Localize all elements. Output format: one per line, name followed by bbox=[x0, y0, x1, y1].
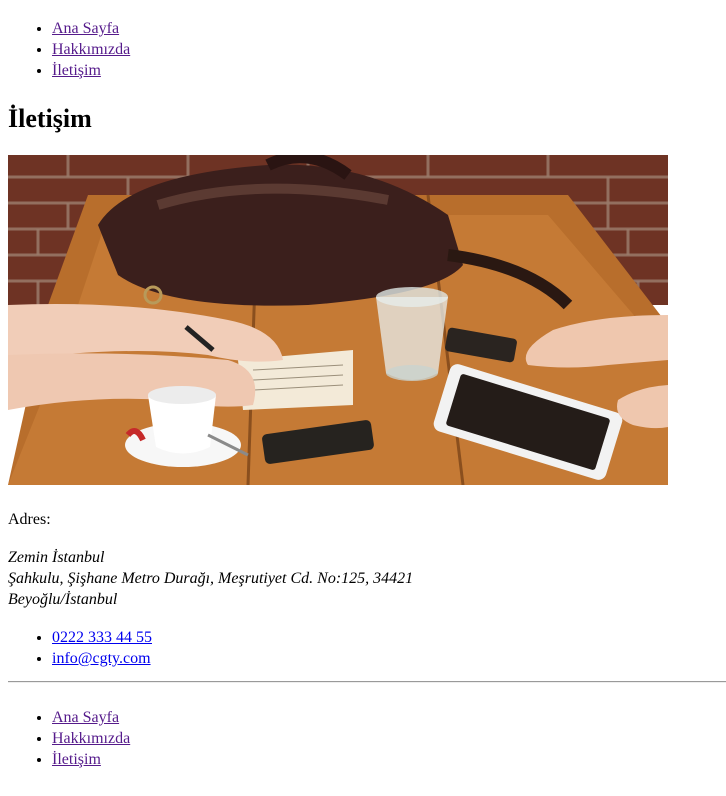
footer-nav-item-about: Hakkımızda bbox=[52, 728, 130, 749]
footer-nav: Ana Sayfa Hakkımızda İletişim bbox=[8, 707, 130, 770]
address-block: Zemin İstanbul Şahkulu, Şişhane Metro Du… bbox=[8, 547, 413, 610]
nav-item-home: Ana Sayfa bbox=[52, 18, 130, 39]
meeting-photo bbox=[8, 155, 668, 485]
nav-item-contact: İletişim bbox=[52, 60, 130, 81]
footer-nav-link-about[interactable]: Hakkımızda bbox=[52, 730, 130, 747]
address-line-2: Şahkulu, Şişhane Metro Durağı, Meşrutiye… bbox=[8, 570, 414, 587]
phone-link[interactable]: 0222 333 44 55 bbox=[52, 629, 152, 646]
nav-link-about[interactable]: Hakkımızda bbox=[52, 41, 130, 58]
address-label: Adres: bbox=[8, 511, 51, 528]
address-line-3: Beyoğlu/İstanbul bbox=[8, 591, 118, 608]
footer-divider bbox=[8, 681, 726, 683]
address-line-1: Zemin İstanbul bbox=[8, 549, 105, 566]
nav-link-contact[interactable]: İletişim bbox=[52, 62, 101, 79]
contact-item-email: info@cgty.com bbox=[52, 648, 152, 669]
footer-nav-link-home[interactable]: Ana Sayfa bbox=[52, 709, 119, 726]
email-link[interactable]: info@cgty.com bbox=[52, 650, 151, 667]
page-title: İletişim bbox=[8, 104, 92, 133]
contact-list: 0222 333 44 55 info@cgty.com bbox=[8, 627, 152, 669]
footer-nav-link-contact[interactable]: İletişim bbox=[52, 751, 101, 768]
footer-nav-item-home: Ana Sayfa bbox=[52, 707, 130, 728]
header-nav: Ana Sayfa Hakkımızda İletişim bbox=[8, 18, 130, 81]
nav-link-home[interactable]: Ana Sayfa bbox=[52, 20, 119, 37]
nav-item-about: Hakkımızda bbox=[52, 39, 130, 60]
footer-nav-item-contact: İletişim bbox=[52, 749, 130, 770]
contact-item-phone: 0222 333 44 55 bbox=[52, 627, 152, 648]
